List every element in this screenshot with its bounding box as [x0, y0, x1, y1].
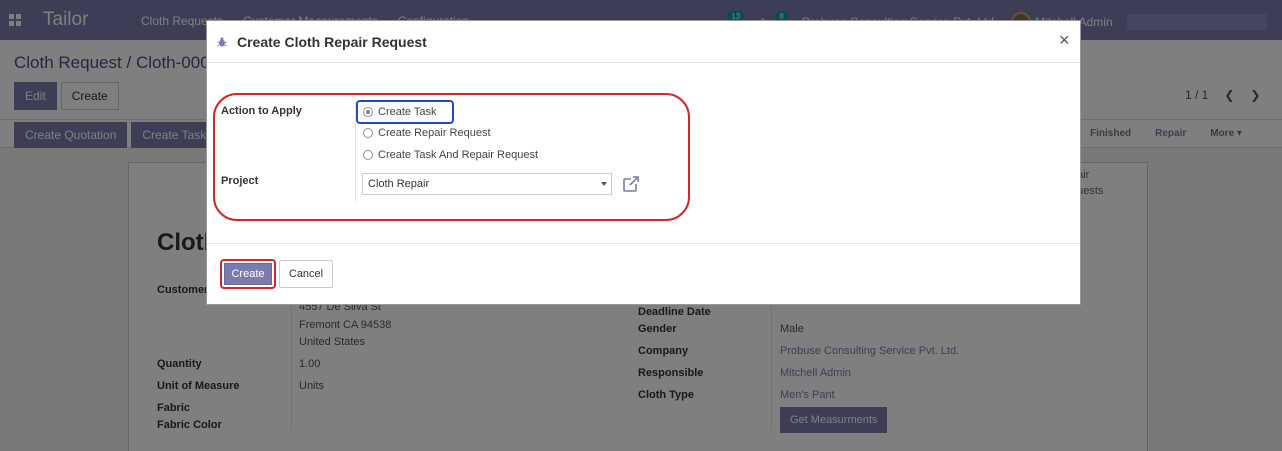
dialog-header: Create Cloth Repair Request × — [207, 21, 1080, 63]
caret-down-icon — [601, 182, 607, 186]
cancel-button[interactable]: Cancel — [279, 260, 333, 288]
dialog-title: Create Cloth Repair Request — [237, 34, 427, 50]
project-select-value: Cloth Repair — [368, 178, 430, 190]
radio-label-create-task-and-repair: Create Task And Repair Request — [378, 149, 538, 161]
create-button[interactable]: Create — [224, 263, 272, 285]
radio-button-checked[interactable] — [363, 107, 373, 117]
highlight-create-annotation: Create — [220, 259, 276, 289]
radio-label-create-task: Create Task — [378, 106, 437, 118]
radio-label-create-repair-request: Create Repair Request — [378, 127, 491, 139]
create-cloth-repair-dialog: Create Cloth Repair Request × Action to … — [206, 20, 1081, 305]
external-link-icon[interactable] — [622, 175, 640, 193]
bug-icon — [217, 37, 227, 47]
project-select[interactable]: Cloth Repair — [362, 173, 612, 195]
dialog-body: Action to Apply Create Task Create Repai… — [207, 63, 1080, 243]
close-icon[interactable]: × — [1059, 30, 1070, 51]
radio-create-repair-request[interactable]: Create Repair Request — [363, 127, 491, 139]
project-label: Project — [221, 175, 259, 187]
radio-create-task[interactable]: Create Task — [363, 106, 437, 118]
action-to-apply-label: Action to Apply — [221, 105, 302, 117]
dialog-footer: Create Cancel — [207, 243, 1080, 305]
radio-button[interactable] — [363, 128, 373, 138]
radio-create-task-and-repair[interactable]: Create Task And Repair Request — [363, 149, 538, 161]
radio-button[interactable] — [363, 150, 373, 160]
